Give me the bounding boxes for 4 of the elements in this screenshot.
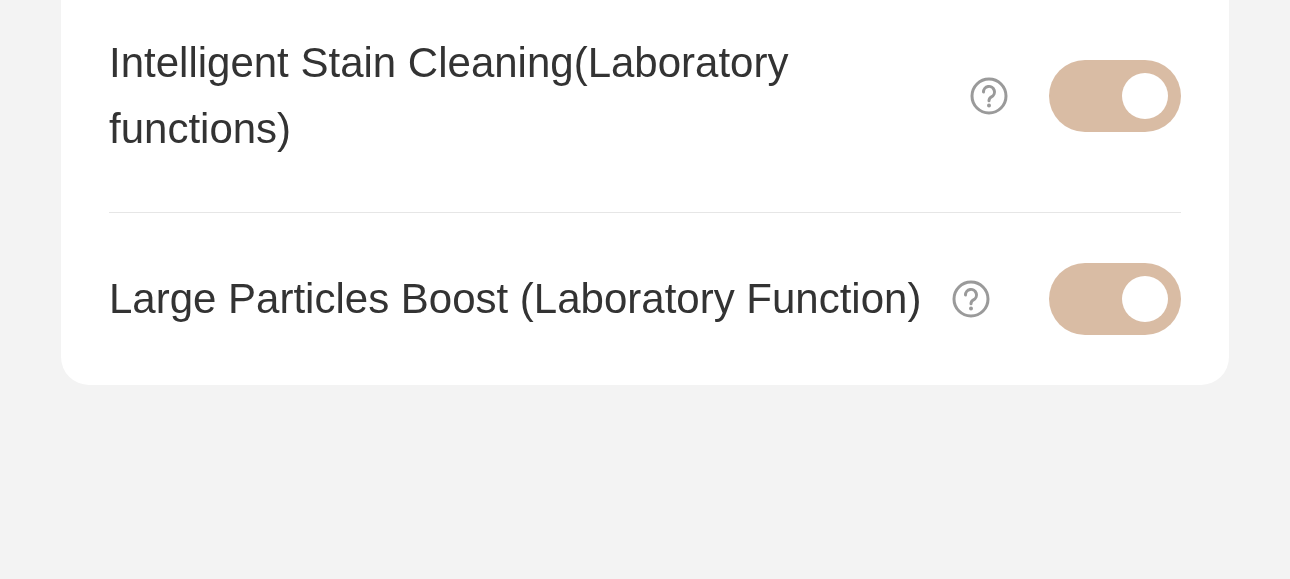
help-icon[interactable] (969, 76, 1009, 116)
setting-label: Intelligent Stain Cleaning(Laboratory functions) (109, 38, 790, 154)
help-icon[interactable] (951, 279, 992, 319)
setting-label: Large Particles Boost (Laboratory Function) (109, 274, 922, 324)
